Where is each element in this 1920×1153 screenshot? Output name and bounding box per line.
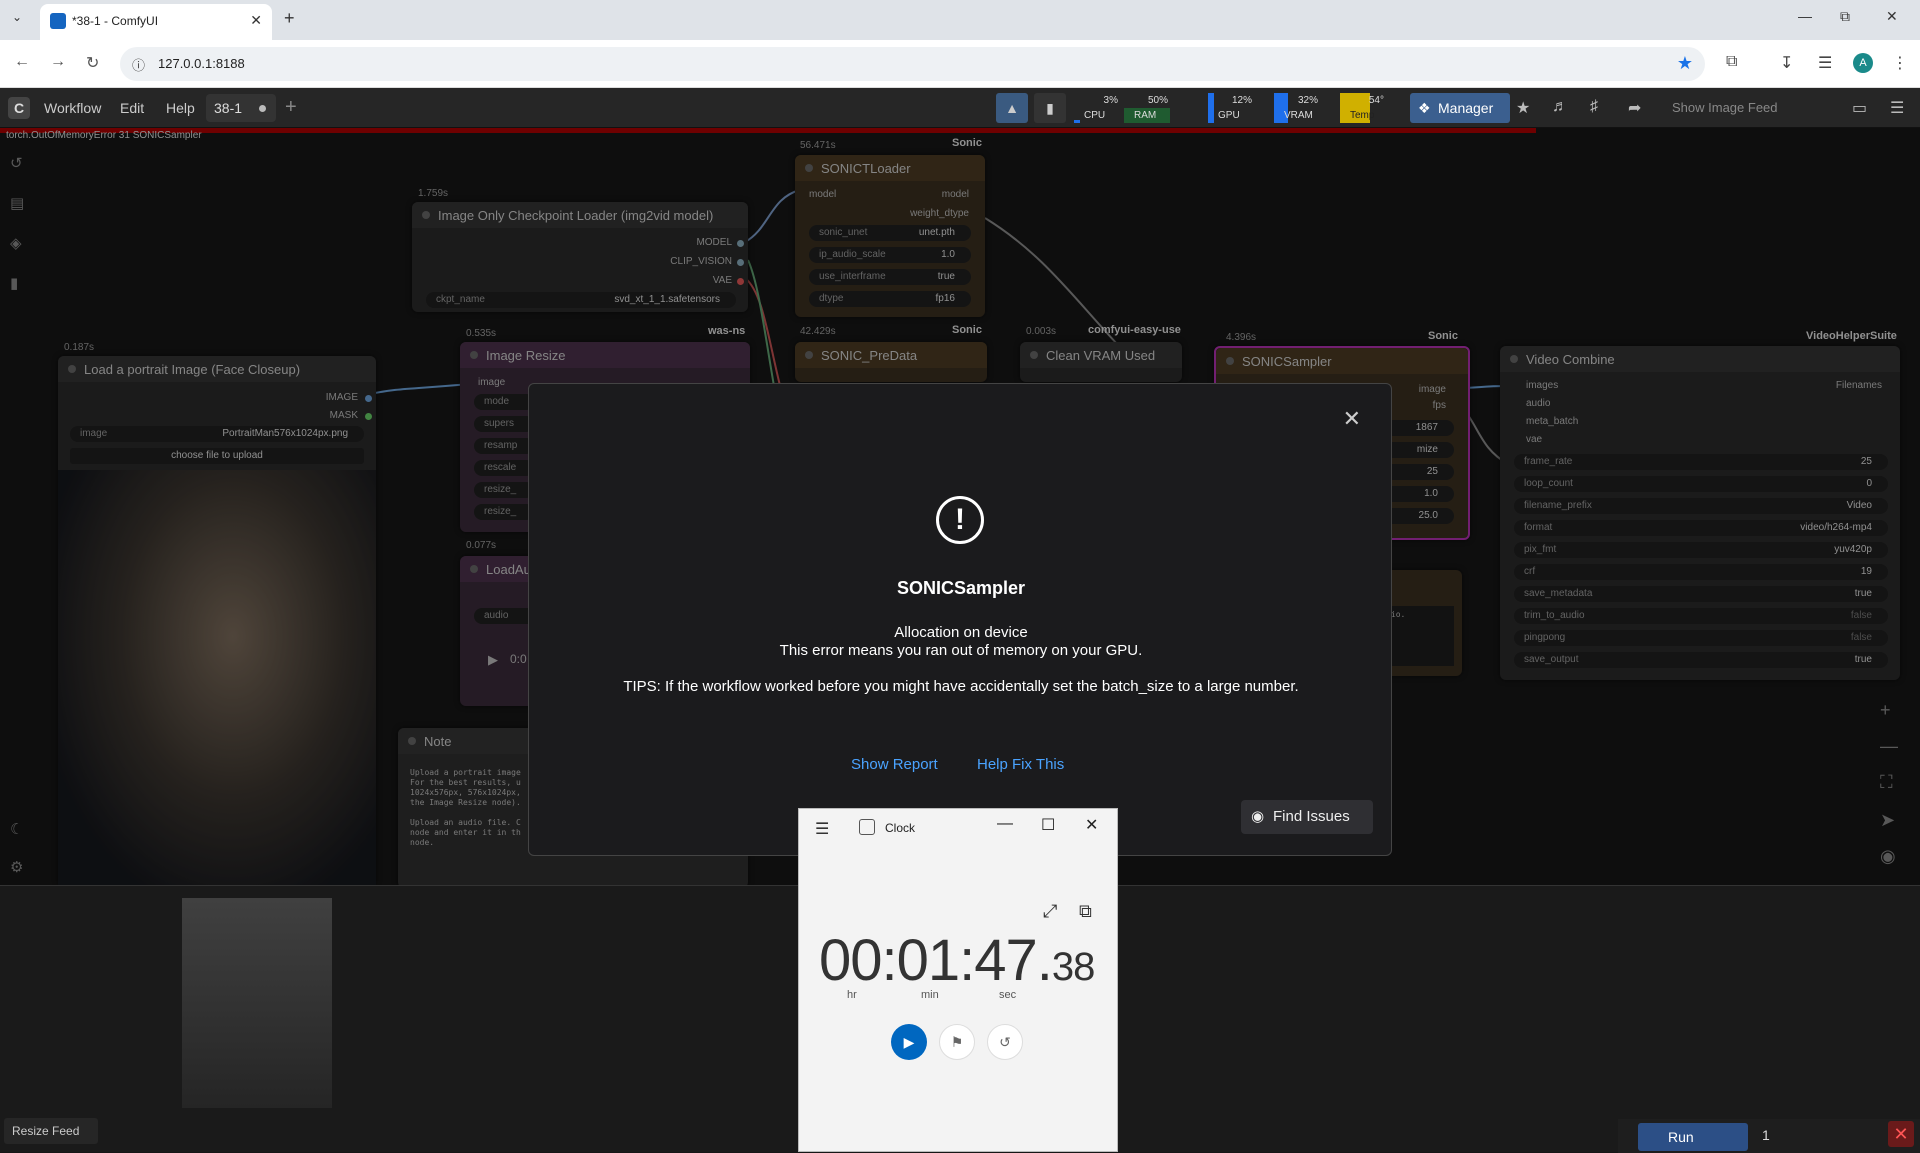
gpu-label: GPU [1218,110,1240,121]
reload-icon[interactable]: ↻ [86,53,99,73]
show-image-feed-button[interactable]: Show Image Feed [1672,100,1778,115]
hamburger-menu-icon[interactable]: ☰ [1890,98,1904,118]
unit-sec: sec [999,989,1017,1001]
help-fix-link[interactable]: Help Fix This [977,756,1064,773]
browser-toolbar: ← → ↻ ⓘ 127.0.0.1:8188 ★ ⧉ ↧ ☰ A ⋮ [0,40,1920,88]
seconds: 47 [974,928,1038,993]
extensions-icon[interactable]: ⧉ [1726,53,1737,71]
dialog-message-1: Allocation on device [894,624,1028,641]
manager-button[interactable]: ❖ Manager [1410,93,1510,123]
tab-close-icon[interactable]: ✕ [250,12,262,29]
menu-help[interactable]: Help [166,100,195,116]
error-dialog: ✕ ! SONICSampler Allocation on device Th… [528,383,1392,856]
show-report-link[interactable]: Show Report [851,756,938,773]
bookmark-icon[interactable]: ▮ [1034,93,1066,123]
find-issues-label: Find Issues [1273,808,1350,825]
workflow-tab[interactable]: 38-1 [206,94,276,122]
vram-pct: 32% [1297,95,1318,106]
restore-window-icon[interactable]: ⧉ [1840,8,1850,25]
back-icon[interactable]: ← [14,53,30,71]
comfy-top-bar: C Workflow Edit Help 38-1 + ▲ ▮ 3% CPU 5… [0,88,1920,128]
clock-title: Clock [885,821,916,835]
profile-avatar[interactable]: A [1853,53,1873,73]
browser-tab-bar: ⌄ *38-1 - ComfyUI ✕ + — ⧉ ✕ [0,0,1920,40]
fork-icon[interactable]: ♯ [1590,98,1598,116]
new-tab-icon[interactable]: + [284,8,295,29]
cpu-label: CPU [1084,110,1106,121]
comfyui-favicon-icon [50,13,66,29]
manager-label: Manager [1438,100,1494,116]
star-icon[interactable]: ★ [1516,98,1530,118]
cpu-bar [1074,120,1080,123]
site-info-icon[interactable]: ⓘ [132,55,145,74]
ram-label: RAM [1134,110,1157,121]
share-graph-icon[interactable]: ♬ [1552,98,1568,116]
cpu-monitor: 3% CPU [1074,93,1120,123]
clock-maximize-icon[interactable]: ☐ [1041,815,1055,835]
media-control-icon[interactable]: ☰ [1818,53,1832,73]
menu-edit[interactable]: Edit [120,100,144,116]
github-icon: ◉ [1251,808,1265,825]
temp-monitor: 54° Temp [1340,93,1386,123]
unit-min: min [921,989,939,1001]
stopwatch-lap-button[interactable]: ⚑ [939,1024,975,1060]
run-toolbar: Run 1 ✕ [1618,1119,1920,1153]
puzzle-icon: ❖ [1418,100,1431,116]
bookmark-star-icon[interactable]: ★ [1677,53,1693,74]
tab-title: *38-1 - ComfyUI [72,14,159,28]
clock-window: ☰ Clock — ☐ ✕ ⤢ ⧉ 00:01:47.38 hr min sec… [798,808,1118,1152]
minutes: 01 [896,928,961,993]
error-exclamation-icon: ! [936,496,984,544]
centiseconds: 38 [1051,945,1095,989]
stopwatch-reset-button[interactable]: ↺ [987,1024,1023,1060]
close-window-icon[interactable]: ✕ [1886,8,1898,25]
temp-pct: 54° [1368,95,1384,106]
resize-feed-button[interactable]: Resize Feed [4,1118,98,1144]
gpu-monitor: 12% GPU [1208,93,1254,123]
temp-label: Temp [1350,110,1375,121]
gpu-pct: 12% [1231,95,1252,106]
new-workflow-icon[interactable]: + [285,96,297,119]
share-arrow-icon[interactable]: ➦ [1628,98,1641,118]
queue-mode-icon[interactable]: ▲ [996,93,1028,123]
ram-monitor: 50% RAM [1124,93,1170,123]
clock-menu-icon[interactable]: ☰ [815,819,829,839]
cpu-pct: 3% [1103,95,1118,106]
minimize-window-icon[interactable]: — [1798,8,1812,24]
dialog-title: SONICSampler [896,578,1026,598]
downloads-icon[interactable]: ↧ [1780,53,1793,73]
compact-overlay-icon[interactable]: ⧉ [1079,901,1092,922]
browser-tab[interactable]: *38-1 - ComfyUI ✕ [40,4,272,40]
dialog-close-icon[interactable]: ✕ [1343,406,1361,432]
forward-icon[interactable]: → [50,53,66,71]
dialog-tips: TIPS: If the workflow worked before you … [623,678,1299,695]
hours: 00 [819,928,883,993]
vram-monitor: 32% VRAM [1274,93,1320,123]
clock-minimize-icon[interactable]: — [997,815,1013,833]
feed-thumbnail[interactable] [182,898,332,1108]
stopwatch-display: 00:01:47.38 [819,928,1095,993]
tab-search-chevron-icon[interactable]: ⌄ [12,10,22,24]
address-bar[interactable]: ⓘ 127.0.0.1:8188 ★ [120,47,1705,81]
unsaved-dot-icon [259,105,266,112]
clock-app-icon [859,819,875,835]
panel-toggle-icon[interactable]: ▭ [1852,98,1867,118]
stopwatch-play-button[interactable]: ▶ [891,1024,927,1060]
vram-label: VRAM [1284,110,1313,121]
ram-pct: 50% [1147,95,1168,106]
browser-menu-icon[interactable]: ⋮ [1892,53,1908,73]
cancel-run-icon[interactable]: ✕ [1888,1121,1914,1147]
run-button[interactable]: Run [1638,1123,1748,1151]
url-text: 127.0.0.1:8188 [158,56,245,71]
find-issues-button[interactable]: ◉ Find Issues [1241,800,1373,834]
workflow-tab-label: 38-1 [214,100,243,116]
clock-close-icon[interactable]: ✕ [1085,815,1098,835]
comfy-logo-icon[interactable]: C [8,97,30,119]
expand-icon[interactable]: ⤢ [1043,901,1057,922]
dialog-message-2: This error means you ran out of memory o… [779,642,1143,659]
gpu-bar [1208,93,1214,123]
menu-workflow[interactable]: Workflow [44,100,101,116]
unit-hr: hr [847,989,857,1001]
batch-count-input[interactable]: 1 [1762,1127,1770,1143]
